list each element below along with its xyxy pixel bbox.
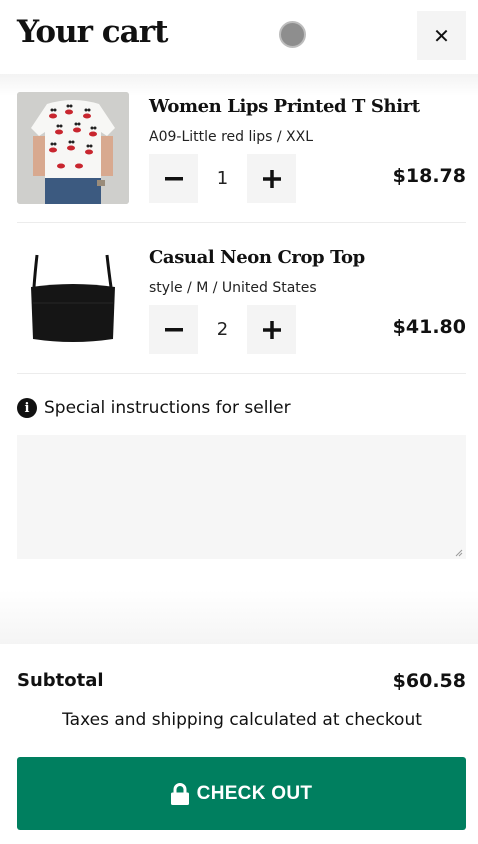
page-title: Your cart xyxy=(17,14,168,50)
product-name[interactable]: Women Lips Printed T Shirt xyxy=(149,96,420,117)
minus-icon xyxy=(164,176,183,180)
seller-instructions-input[interactable] xyxy=(17,435,466,559)
quantity-value[interactable]: 2 xyxy=(198,305,247,354)
cart-footer: Subtotal $60.58 Taxes and shipping calcu… xyxy=(0,644,478,844)
quantity-stepper: 2 xyxy=(149,305,297,354)
resize-handle-icon[interactable] xyxy=(455,549,463,557)
cart-item: Casual Neon Crop Top style / M / United … xyxy=(17,243,466,374)
cart-item: Women Lips Printed T Shirt A09-Little re… xyxy=(17,92,466,223)
minus-icon xyxy=(164,327,183,331)
item-price: $41.80 xyxy=(392,316,466,338)
product-variant: A09-Little red lips / XXL xyxy=(149,129,314,145)
instructions-label[interactable]: i Special instructions for seller xyxy=(17,398,291,418)
quantity-value[interactable]: 1 xyxy=(198,154,247,203)
loading-indicator xyxy=(279,21,306,48)
checkout-label: CHECK OUT xyxy=(196,782,313,804)
subtotal-label: Subtotal xyxy=(17,670,104,691)
item-price: $18.78 xyxy=(392,165,466,187)
quantity-stepper: 1 xyxy=(149,154,297,203)
close-button[interactable]: ✕ xyxy=(417,11,466,60)
product-image[interactable] xyxy=(17,92,129,204)
cart-header: Your cart ✕ xyxy=(0,0,478,74)
decrease-quantity-button[interactable] xyxy=(149,154,198,203)
product-name[interactable]: Casual Neon Crop Top xyxy=(149,247,365,268)
decrease-quantity-button[interactable] xyxy=(149,305,198,354)
subtotal-value: $60.58 xyxy=(392,670,466,692)
info-icon: i xyxy=(17,398,37,418)
increase-quantity-button[interactable] xyxy=(247,154,296,203)
product-image[interactable] xyxy=(17,243,129,355)
tax-note: Taxes and shipping calculated at checkou… xyxy=(62,710,422,730)
instructions-label-text: Special instructions for seller xyxy=(44,398,291,418)
plus-icon xyxy=(262,169,281,188)
product-variant: style / M / United States xyxy=(149,280,317,296)
plus-icon xyxy=(262,320,281,339)
checkout-button[interactable]: CHECK OUT xyxy=(17,757,466,830)
lock-icon xyxy=(170,782,189,805)
increase-quantity-button[interactable] xyxy=(247,305,296,354)
footer-shadow xyxy=(0,590,478,646)
close-icon: ✕ xyxy=(433,23,450,48)
